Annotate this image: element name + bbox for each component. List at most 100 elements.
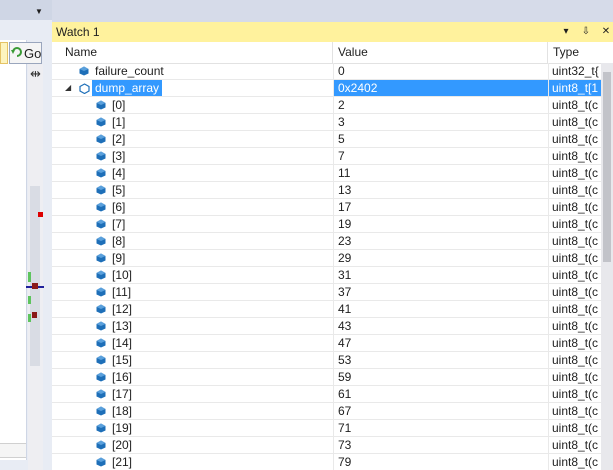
watch-value-cell[interactable]: 61	[333, 386, 548, 402]
watch-name-label: [7]	[112, 217, 126, 231]
watch-value-cell[interactable]: 47	[333, 335, 548, 351]
watch-row[interactable]: [5] 13 uint8_t(c	[52, 182, 601, 199]
column-header-value[interactable]: Value	[333, 42, 548, 63]
watch-name-label: [0]	[112, 98, 126, 112]
close-icon[interactable]: ✕	[601, 24, 611, 40]
watch-value-cell[interactable]: 79	[333, 454, 548, 470]
watch-row[interactable]: [17] 61 uint8_t(c	[52, 386, 601, 403]
watch-type-cell: uint8_t(c	[548, 216, 601, 232]
chevron-down-icon[interactable]: ▼	[30, 5, 48, 17]
watch-value-cell[interactable]: 73	[333, 437, 548, 453]
watch-name-label: [8]	[112, 234, 126, 248]
expander-icon[interactable]: ◢	[65, 80, 71, 96]
watch-value-cell[interactable]: 23	[333, 233, 548, 249]
watch-row[interactable]: [20] 73 uint8_t(c	[52, 437, 601, 454]
watch-row[interactable]: [13] 43 uint8_t(c	[52, 318, 601, 335]
watch-name-label: [11]	[112, 285, 132, 299]
expression-combo[interactable]	[0, 42, 8, 64]
watch-value-cell[interactable]: 11	[333, 165, 548, 181]
watch-value-cell[interactable]: 29	[333, 250, 548, 266]
watch-row[interactable]: [0] 2 uint8_t(c	[52, 97, 601, 114]
watch-value-cell[interactable]: 0x2402	[333, 80, 548, 96]
watch-name-label: [2]	[112, 132, 126, 146]
variable-icon	[96, 185, 106, 195]
watch-value-cell[interactable]: 31	[333, 267, 548, 283]
watch-row[interactable]: [3] 7 uint8_t(c	[52, 148, 601, 165]
variable-icon	[79, 83, 90, 94]
pin-icon[interactable]: ⇩	[581, 24, 591, 40]
watch-value-cell[interactable]: 13	[333, 182, 548, 198]
go-arrow-icon	[11, 46, 23, 61]
watch-type-cell: uint8_t[1	[548, 80, 601, 96]
watch-type-cell: uint8_t(c	[548, 437, 601, 453]
watch-value-cell[interactable]: 7	[333, 148, 548, 164]
watch-value-cell[interactable]: 59	[333, 369, 548, 385]
watch-value-cell[interactable]: 0	[333, 63, 548, 79]
watch-row[interactable]: [6] 17 uint8_t(c	[52, 199, 601, 216]
variable-icon	[96, 304, 106, 314]
go-button[interactable]: Go	[9, 42, 42, 64]
watch-name-cell: [0]	[52, 97, 333, 113]
watch-name-cell: [14]	[52, 335, 333, 351]
watch-row[interactable]: [16] 59 uint8_t(c	[52, 369, 601, 386]
watch-row[interactable]: [9] 29 uint8_t(c	[52, 250, 601, 267]
watch-name-cell: [6]	[52, 199, 333, 215]
watch-row[interactable]: [12] 41 uint8_t(c	[52, 301, 601, 318]
watch-scrollbar-thumb[interactable]	[603, 72, 611, 262]
watch-name-label: [5]	[112, 183, 126, 197]
window-buttons: ▾ ⇩ ✕	[561, 24, 611, 40]
watch-value-cell[interactable]: 53	[333, 352, 548, 368]
watch-row[interactable]: [8] 23 uint8_t(c	[52, 233, 601, 250]
watch-type-cell: uint8_t(c	[548, 420, 601, 436]
variable-icon	[96, 219, 106, 229]
watch-rows: failure_count 0 uint32_t{◢ dump_array 0x2402…	[52, 63, 601, 470]
watch-value-cell[interactable]: 17	[333, 199, 548, 215]
change-marker	[28, 314, 31, 322]
watch-row[interactable]: [10] 31 uint8_t(c	[52, 267, 601, 284]
breakpoint-marker	[32, 283, 38, 289]
watch-name-cell: [4]	[52, 165, 333, 181]
watch-value-cell[interactable]: 71	[333, 420, 548, 436]
watch-value-cell[interactable]: 43	[333, 318, 548, 334]
watch-type-cell: uint8_t(c	[548, 301, 601, 317]
watch-row[interactable]: [7] 19 uint8_t(c	[52, 216, 601, 233]
watch-name-label: [20]	[112, 438, 133, 452]
watch-row[interactable]: [1] 3 uint8_t(c	[52, 114, 601, 131]
watch-value-cell[interactable]: 67	[333, 403, 548, 419]
watch-name-cell: [1]	[52, 114, 333, 130]
watch-row[interactable]: [2] 5 uint8_t(c	[52, 131, 601, 148]
watch-value-cell[interactable]: 2	[333, 97, 548, 113]
watch-value-cell[interactable]: 19	[333, 216, 548, 232]
watch-row[interactable]: ◢ dump_array 0x2402 uint8_t[1	[52, 80, 601, 97]
watch-name-label: [16]	[112, 370, 133, 384]
watch-value-cell[interactable]: 3	[333, 114, 548, 130]
change-marker	[28, 296, 31, 304]
watch-title-bar[interactable]: Watch 1 ▾ ⇩ ✕	[52, 22, 613, 42]
variable-icon	[96, 151, 106, 161]
variable-icon	[96, 338, 106, 348]
watch-row[interactable]: failure_count 0 uint32_t{	[52, 63, 601, 80]
watch-row[interactable]: [18] 67 uint8_t(c	[52, 403, 601, 420]
split-window-icon[interactable]: ⇹	[28, 66, 43, 82]
watch-row[interactable]: [11] 37 uint8_t(c	[52, 284, 601, 301]
watch-row[interactable]: [14] 47 uint8_t(c	[52, 335, 601, 352]
watch-name-cell: [15]	[52, 352, 333, 368]
variable-icon	[96, 423, 106, 433]
watch-row[interactable]: [21] 79 uint8_t(c	[52, 454, 601, 470]
watch-value-cell[interactable]: 5	[333, 131, 548, 147]
watch-name-cell: [5]	[52, 182, 333, 198]
watch-row[interactable]: [15] 53 uint8_t(c	[52, 352, 601, 369]
column-header-type[interactable]: Type	[548, 42, 613, 63]
window-dropdown-icon[interactable]: ▾	[561, 24, 571, 40]
watch-row[interactable]: [4] 11 uint8_t(c	[52, 165, 601, 182]
variable-icon	[96, 287, 106, 297]
watch-value-cell[interactable]: 41	[333, 301, 548, 317]
column-header-name[interactable]: Name	[60, 42, 333, 63]
watch-row[interactable]: [19] 71 uint8_t(c	[52, 420, 601, 437]
watch-name-cell: [11]	[52, 284, 333, 300]
code-editor-area[interactable]	[0, 40, 27, 460]
watch-type-cell: uint8_t(c	[548, 369, 601, 385]
watch-value-cell[interactable]: 37	[333, 284, 548, 300]
watch-type-cell: uint8_t(c	[548, 454, 601, 470]
watch-type-cell: uint8_t(c	[548, 165, 601, 181]
